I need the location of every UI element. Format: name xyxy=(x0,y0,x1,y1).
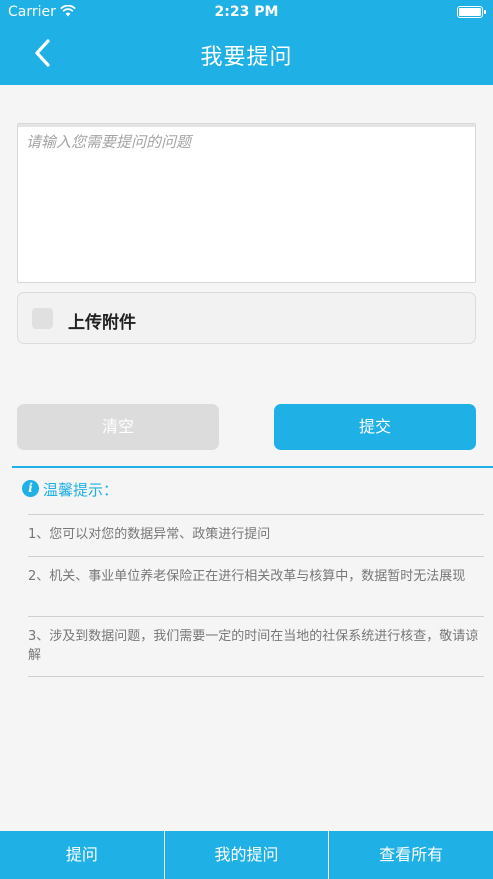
status-time: 2:23 PM xyxy=(214,4,279,20)
section-divider xyxy=(12,466,493,468)
clear-button[interactable]: 清空 xyxy=(17,404,219,450)
info-icon: i xyxy=(22,480,39,497)
status-bar: Carrier 2:23 PM xyxy=(0,0,493,24)
submit-button[interactable]: 提交 xyxy=(274,404,476,450)
tab-view-all[interactable]: 查看所有 xyxy=(329,831,493,879)
upload-attachment-checkbox[interactable] xyxy=(32,308,53,329)
tips-title: 温馨提示： xyxy=(43,481,119,499)
bottom-tab-bar: 提问 我的提问 查看所有 xyxy=(0,831,493,879)
tip-item: 1、您可以对您的数据异常、政策进行提问 xyxy=(28,514,484,556)
tip-item: 2、机关、事业单位养老保险正在进行相关改革与核算中，数据暂时无法展现 xyxy=(28,556,484,616)
tip-item: 3、涉及到数据问题，我们需要一定的时间在当地的社保系统进行核查，敬请谅解 xyxy=(28,616,484,677)
upload-attachment-label: 上传附件 xyxy=(68,313,136,333)
app-header: Carrier 2:23 PM 我要提问 xyxy=(0,0,493,85)
page-title: 我要提问 xyxy=(200,45,293,70)
upload-attachment-row[interactable]: 上传附件 xyxy=(17,292,476,344)
question-box xyxy=(17,123,476,283)
question-input[interactable] xyxy=(18,124,475,282)
battery-icon xyxy=(457,6,486,18)
tab-ask[interactable]: 提问 xyxy=(0,831,165,879)
tab-my-questions[interactable]: 我的提问 xyxy=(165,831,330,879)
tips-list: 1、您可以对您的数据异常、政策进行提问 2、机关、事业单位养老保险正在进行相关改… xyxy=(28,514,484,677)
